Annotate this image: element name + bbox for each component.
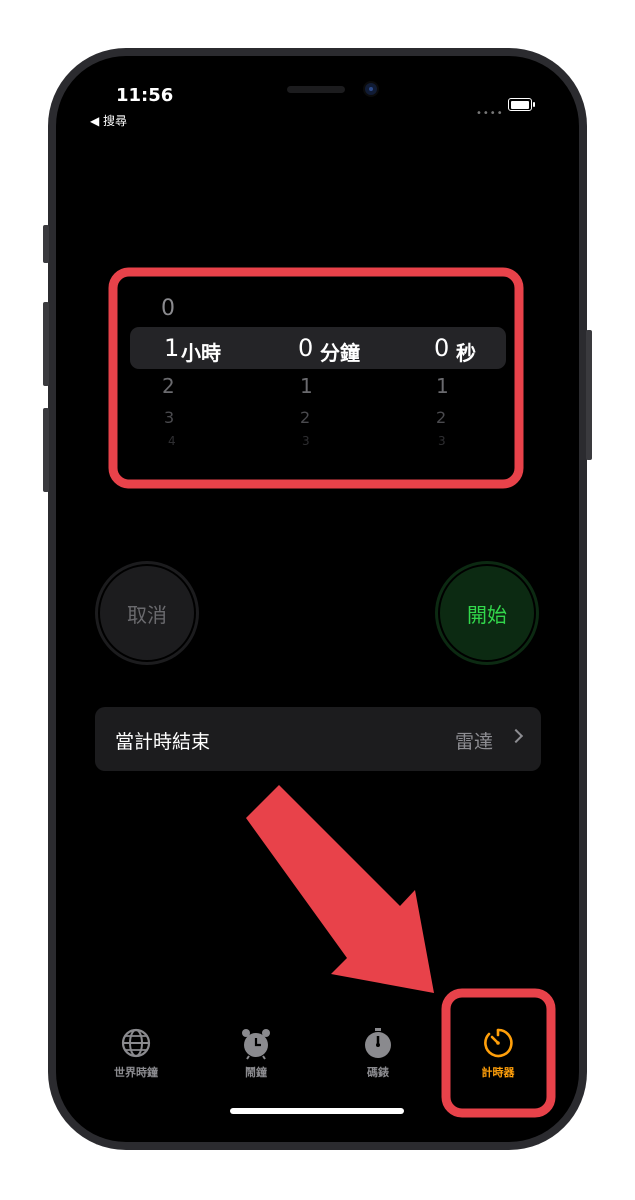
picker-highlight-box — [108, 267, 524, 489]
annotation-overlay — [108, 267, 556, 1118]
timer-tab-highlight-box — [441, 988, 556, 1118]
pointer-arrow — [246, 785, 434, 993]
